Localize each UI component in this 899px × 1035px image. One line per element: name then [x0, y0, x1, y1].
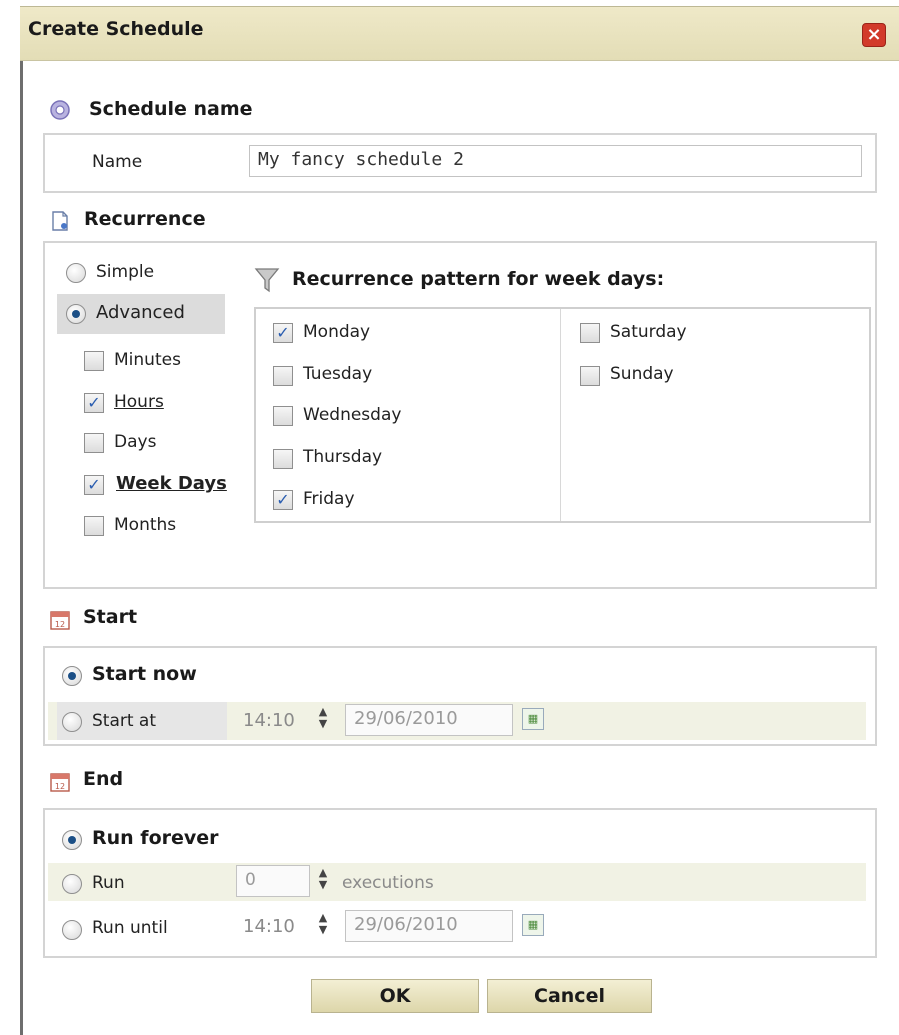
start-at-radio[interactable]: [62, 712, 82, 732]
document-icon: [52, 211, 68, 231]
months-checkbox[interactable]: [84, 516, 104, 536]
svg-text:12: 12: [55, 782, 65, 791]
months-label: Months: [114, 515, 177, 535]
start-time[interactable]: 14:10: [243, 710, 295, 731]
weekdays-column-divider: [560, 309, 561, 521]
minutes-label: Minutes: [114, 350, 181, 370]
name-input[interactable]: My fancy schedule 2: [249, 145, 862, 177]
dialog-left-border: [20, 61, 23, 1035]
advanced-radio[interactable]: [66, 304, 86, 324]
tuesday-checkbox[interactable]: [273, 366, 293, 386]
run-until-radio[interactable]: [62, 920, 82, 940]
name-label: Name: [92, 152, 143, 172]
end-section-title: End: [83, 768, 124, 790]
end-date-input[interactable]: 29/06/2010: [345, 910, 513, 942]
run-forever-radio[interactable]: [62, 830, 82, 850]
gear-icon: [50, 100, 70, 120]
start-date-picker-icon[interactable]: ▦: [522, 708, 544, 730]
thursday-label: Thursday: [303, 447, 383, 467]
start-time-spinner[interactable]: ▲ ▼: [316, 706, 330, 734]
cancel-button[interactable]: Cancel: [487, 979, 652, 1013]
sunday-checkbox[interactable]: [580, 366, 600, 386]
days-label: Days: [114, 432, 157, 452]
run-forever-label: Run forever: [92, 827, 219, 849]
simple-radio[interactable]: [66, 263, 86, 283]
create-schedule-dialog: Create Schedule × Schedule name Name My …: [0, 0, 899, 1035]
start-now-radio[interactable]: [62, 666, 82, 686]
pattern-title: Recurrence pattern for week days:: [292, 268, 665, 290]
saturday-label: Saturday: [610, 322, 687, 342]
close-icon[interactable]: ×: [862, 23, 886, 47]
start-now-label: Start now: [92, 663, 197, 685]
run-until-label: Run until: [92, 918, 168, 938]
run-label: Run: [92, 873, 125, 893]
week-days-checkbox[interactable]: ✓: [84, 475, 104, 495]
end-date-picker-icon[interactable]: ▦: [522, 914, 544, 936]
friday-checkbox[interactable]: ✓: [273, 490, 293, 510]
dialog-title: Create Schedule: [28, 18, 204, 40]
svg-text:12: 12: [55, 620, 65, 629]
filter-icon: [254, 268, 280, 293]
start-date-input[interactable]: 29/06/2010: [345, 704, 513, 736]
run-radio[interactable]: [62, 874, 82, 894]
days-checkbox[interactable]: [84, 433, 104, 453]
thursday-checkbox[interactable]: [273, 449, 293, 469]
executions-spinner[interactable]: ▲ ▼: [316, 867, 330, 895]
week-days-label[interactable]: Week Days: [116, 473, 227, 494]
schedule-name-section-title: Schedule name: [89, 98, 253, 120]
run-row: [48, 863, 866, 901]
start-at-label: Start at: [92, 711, 157, 731]
calendar-icon: 12: [50, 611, 70, 630]
start-section-title: Start: [83, 606, 138, 628]
end-time-spinner[interactable]: ▲ ▼: [316, 912, 330, 940]
executions-input[interactable]: 0: [236, 865, 310, 897]
end-time[interactable]: 14:10: [243, 916, 295, 937]
executions-label: executions: [342, 873, 434, 893]
wednesday-checkbox[interactable]: [273, 406, 293, 426]
tuesday-label: Tuesday: [303, 364, 373, 384]
saturday-checkbox[interactable]: [580, 323, 600, 343]
ok-button[interactable]: OK: [311, 979, 479, 1013]
minutes-checkbox[interactable]: [84, 351, 104, 371]
wednesday-label: Wednesday: [303, 405, 402, 425]
recurrence-section-title: Recurrence: [84, 208, 206, 230]
advanced-label: Advanced: [96, 302, 185, 323]
calendar-icon: 12: [50, 773, 70, 792]
hours-label[interactable]: Hours: [114, 392, 164, 412]
simple-label: Simple: [96, 262, 155, 282]
monday-label: Monday: [303, 322, 371, 342]
hours-checkbox[interactable]: ✓: [84, 393, 104, 413]
monday-checkbox[interactable]: ✓: [273, 323, 293, 343]
sunday-label: Sunday: [610, 364, 674, 384]
friday-label: Friday: [303, 489, 355, 509]
